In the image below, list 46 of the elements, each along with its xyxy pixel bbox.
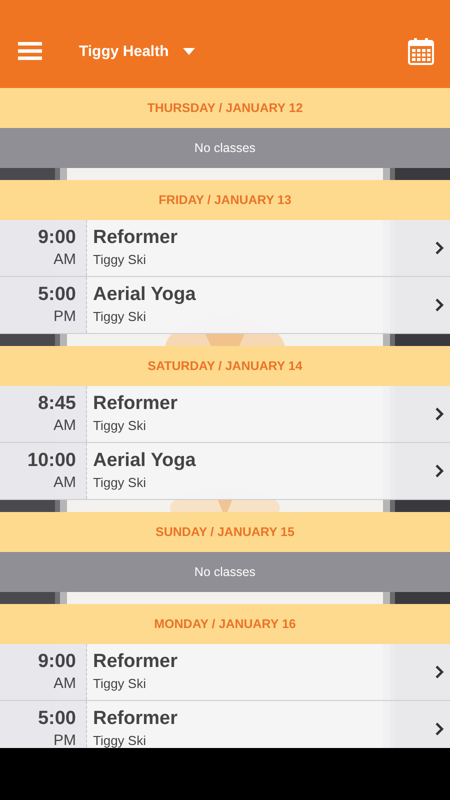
calendar-icon[interactable] (408, 37, 434, 65)
class-row[interactable]: 5:00 PM Aerial Yoga Tiggy Ski (0, 277, 450, 334)
class-location: Tiggy Ski (93, 251, 147, 269)
class-meridiem: AM (54, 473, 76, 493)
class-row[interactable]: 5:00 PM Reformer Tiggy Ski (0, 701, 450, 748)
day-header: SUNDAY / JANUARY 15 (0, 512, 450, 552)
class-time: 5:00 (38, 707, 76, 731)
day-header: THURSDAY / JANUARY 12 (0, 88, 450, 128)
class-location: Tiggy Ski (93, 417, 147, 435)
chevron-icon (435, 241, 444, 255)
class-row[interactable]: 9:00 AM Reformer Tiggy Ski (0, 644, 450, 701)
class-location: Tiggy Ski (93, 675, 147, 693)
menu-icon[interactable] (18, 41, 42, 61)
chevron-icon (435, 722, 444, 736)
class-time: 9:00 (38, 650, 76, 674)
class-name: Reformer (93, 392, 178, 416)
chevron-icon (435, 464, 444, 478)
class-name: Aerial Yoga (93, 283, 197, 307)
class-location: Tiggy Ski (93, 474, 147, 492)
day-header: FRIDAY / JANUARY 13 (0, 180, 450, 220)
day-header: SATURDAY / JANUARY 14 (0, 346, 450, 386)
class-time: 9:00 (38, 226, 76, 250)
caret-icon (182, 48, 195, 54)
chevron-icon (435, 298, 444, 312)
class-name: Reformer (93, 650, 178, 674)
empty-message: No classes (194, 565, 256, 579)
empty-message: No classes (194, 141, 256, 155)
day-header: MONDAY / JANUARY 16 (0, 604, 450, 644)
class-meridiem: AM (54, 250, 76, 270)
chevron-icon (435, 665, 444, 679)
class-name: Reformer (93, 707, 178, 731)
class-meridiem: PM (54, 731, 76, 748)
class-meridiem: AM (54, 674, 76, 694)
class-name: Aerial Yoga (93, 449, 197, 473)
class-meridiem: AM (54, 416, 76, 436)
class-time: 5:00 (38, 283, 76, 307)
class-time: 8:45 (38, 392, 76, 416)
class-name: Reformer (93, 226, 178, 250)
chevron-icon (435, 407, 444, 421)
class-row[interactable]: 8:45 AM Reformer Tiggy Ski (0, 386, 450, 443)
class-time: 10:00 (27, 449, 76, 473)
class-location: Tiggy Ski (93, 308, 147, 326)
class-row[interactable]: 10:00 AM Aerial Yoga Tiggy Ski (0, 443, 450, 500)
class-location: Tiggy Ski (93, 732, 147, 748)
class-meridiem: PM (54, 307, 76, 327)
class-row[interactable]: 9:00 AM Reformer Tiggy Ski (0, 220, 450, 277)
